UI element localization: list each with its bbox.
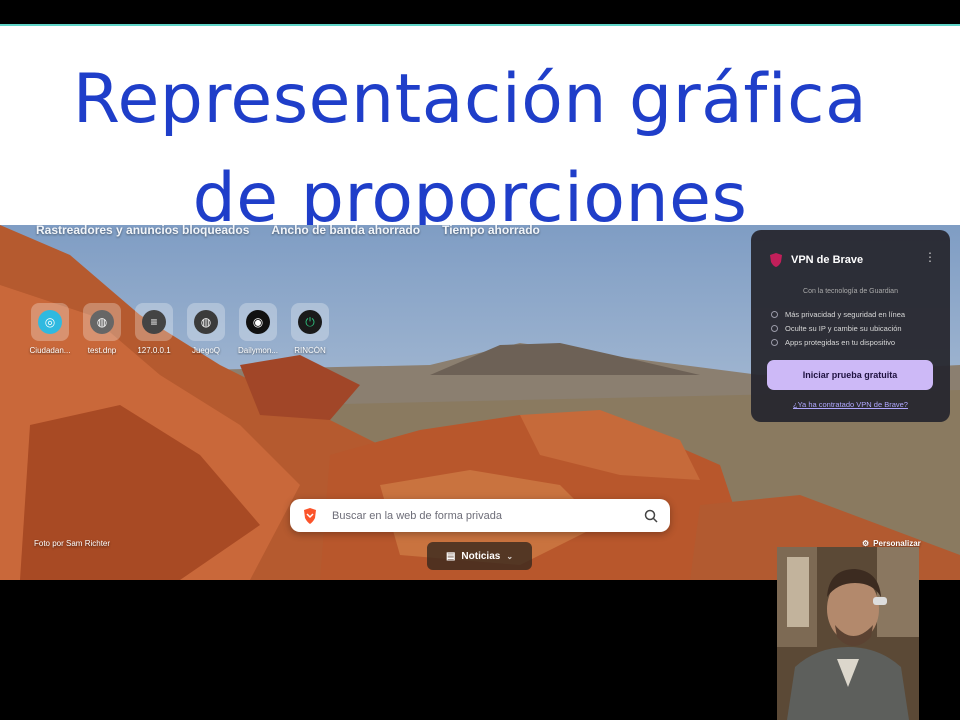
check-icon [771,310,778,318]
search-input[interactable]: Buscar en la web de forma privada [332,510,644,522]
start-trial-button[interactable]: Iniciar prueba gratuita [767,360,933,390]
more-options-icon[interactable]: ⋮ [924,250,936,264]
check-icon [771,324,778,332]
vpn-title: VPN de Brave [791,254,864,266]
brave-logo-icon [304,507,316,524]
globe-icon: ◍ [90,310,114,334]
stat-time: Tiempo ahorrado [442,225,540,237]
shortcut-localhost[interactable]: ≡ 127.0.0.1 [134,303,174,355]
server-icon: ≡ [142,310,166,334]
shortcut-rincon[interactable]: ⏻ RINCÓN [290,303,330,355]
shortcut-dailymotion[interactable]: ◉ Dailymon... [238,303,278,355]
slide-title-line-1: Representación gráfica [72,60,868,139]
search-icon[interactable] [644,509,658,523]
news-label: Noticias [461,550,501,562]
webcam-overlay [777,547,919,720]
photo-credit[interactable]: Foto por Sam Richter [34,539,110,548]
already-subscribed-link[interactable]: ¿Ya ha contratado VPN de Brave? [751,400,950,409]
check-icon [771,338,778,346]
privacy-stats: Rastreadores y anuncios bloqueados Ancho… [36,225,540,237]
vpn-features: Más privacidad y seguridad en línea Ocul… [771,307,905,349]
vpn-feature: Oculte su IP y cambie su ubicación [785,323,902,333]
news-icon: ▤ [445,550,456,562]
stat-bandwidth: Ancho de banda ahorrado [271,225,421,237]
power-icon: ⏻ [298,310,322,334]
top-black-bar [0,0,960,25]
ciudadano-icon: ◎ [38,310,62,334]
slide-title-band: Representación gráfica de proporciones [0,26,960,238]
stat-trackers: Rastreadores y anuncios bloqueados [36,225,250,237]
vpn-powered-by: Con la tecnología de Guardian [803,288,898,295]
globe-icon: ◍ [194,310,218,334]
shortcut-ciudadano[interactable]: ◎ Ciudadan... [30,303,70,355]
vpn-widget: VPN de Brave ⋮ Con la tecnología de Guar… [751,230,950,422]
shortcut-test[interactable]: ◍ test.dnp [82,303,122,355]
top-sites: ◎ Ciudadan... ◍ test.dnp ≡ 127.0.0.1 ◍ J… [30,303,330,355]
news-button[interactable]: ▤ Noticias ⌄ [427,542,532,570]
chevron-down-icon: ⌄ [506,551,514,561]
browser-new-tab-page: Rastreadores y anuncios bloqueados Ancho… [0,225,960,580]
vpn-feature: Más privacidad y seguridad en línea [785,309,906,319]
presenter-video [777,547,919,720]
search-box[interactable]: Buscar en la web de forma privada [290,499,670,532]
dailymotion-icon: ◉ [246,310,270,334]
shield-icon [770,253,782,267]
vpn-feature: Apps protegidas en tu dispositivo [785,337,896,347]
shortcut-juegoq[interactable]: ◍ JuegoQ [186,303,226,355]
